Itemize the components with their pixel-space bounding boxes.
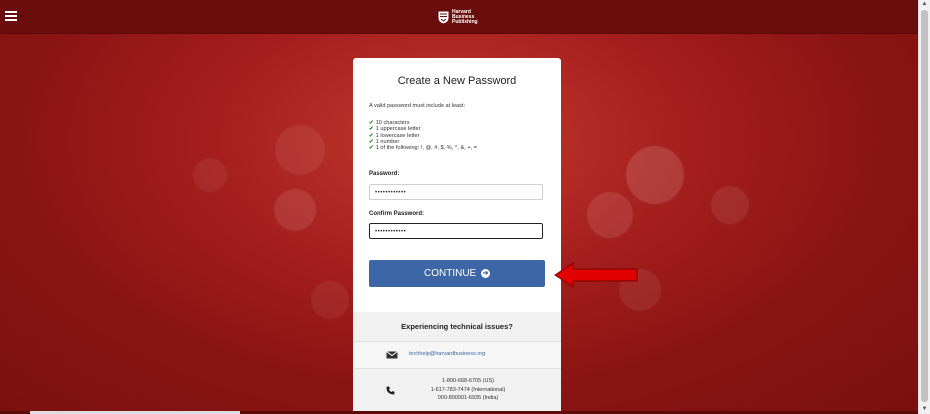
logo-line-3: Publishing (452, 18, 478, 25)
requirement-text: 1 lowercase letter (375, 132, 420, 139)
password-requirements-intro: A valid password must include at least: (369, 103, 466, 109)
check-icon: ✔ (369, 126, 374, 133)
check-icon: ✔ (369, 132, 374, 139)
phone-us: 1-800-668-6705 (US) (442, 378, 494, 384)
logo-text: Harvard Business Publishing (452, 9, 484, 25)
phone-india: 000-800001-6935 (India) (437, 395, 499, 401)
password-requirements-list: ✔ 10 characters ✔ 1 uppercase letter ✔ 1 lo… (369, 120, 477, 151)
confirm-password-field[interactable]: •••••••••••• (369, 223, 543, 239)
shield-icon (438, 11, 449, 23)
technical-support-section: Experiencing technical issues? techhelp@… (353, 312, 561, 414)
password-card: Create a New Password A valid password m… (353, 58, 561, 414)
hamburger-icon[interactable] (5, 11, 17, 21)
support-phone-numbers: 1-800-668-6705 (US) 1-617-783-7474 (Inte… (403, 377, 533, 403)
top-navigation-bar: Harvard Business Publishing (0, 0, 919, 34)
continue-button-label: CONTINUE (423, 268, 477, 279)
requirement-item: ✔ 1 of the following: !, @, #, $, %, ^, &… (369, 145, 477, 151)
support-email-link[interactable]: techhelp@harvardbusiness.org (409, 351, 485, 357)
check-icon: ✔ (369, 120, 374, 126)
requirement-text: 10 characters (375, 120, 410, 126)
phone-international: 1-617-783-7474 (International) (430, 386, 506, 393)
check-icon: ✔ (369, 145, 374, 152)
continue-button[interactable]: CONTINUE ➜ (369, 260, 545, 287)
requirement-text: 1 number (375, 138, 400, 145)
password-field[interactable]: •••••••••••• (369, 184, 543, 200)
scrollbar-thumb[interactable] (921, 10, 928, 402)
password-label: Password: (369, 171, 400, 177)
requirement-text: 1 uppercase letter (375, 126, 421, 133)
check-icon: ✔ (369, 138, 374, 145)
harvard-business-publishing-logo[interactable]: Harvard Business Publishing (438, 9, 484, 25)
phone-icon (386, 386, 395, 395)
support-email-row: techhelp@harvardbusiness.org (353, 341, 561, 369)
vertical-scrollbar[interactable]: ▲ ▼ (918, 0, 930, 414)
confirm-password-label: Confirm Password: (369, 211, 425, 217)
arrow-circle-right-icon: ➜ (481, 268, 490, 278)
requirement-text: 1 of the following: !, @, #, $, %, ^, &,… (375, 145, 477, 152)
page-title: Create a New Password (397, 75, 517, 87)
scroll-down-arrow-icon[interactable]: ▼ (921, 406, 928, 413)
support-heading: Experiencing technical issues? (401, 322, 513, 331)
red-arrow-annotation (554, 262, 638, 288)
envelope-icon (386, 351, 398, 359)
scroll-up-arrow-icon[interactable]: ▲ (921, 1, 928, 8)
